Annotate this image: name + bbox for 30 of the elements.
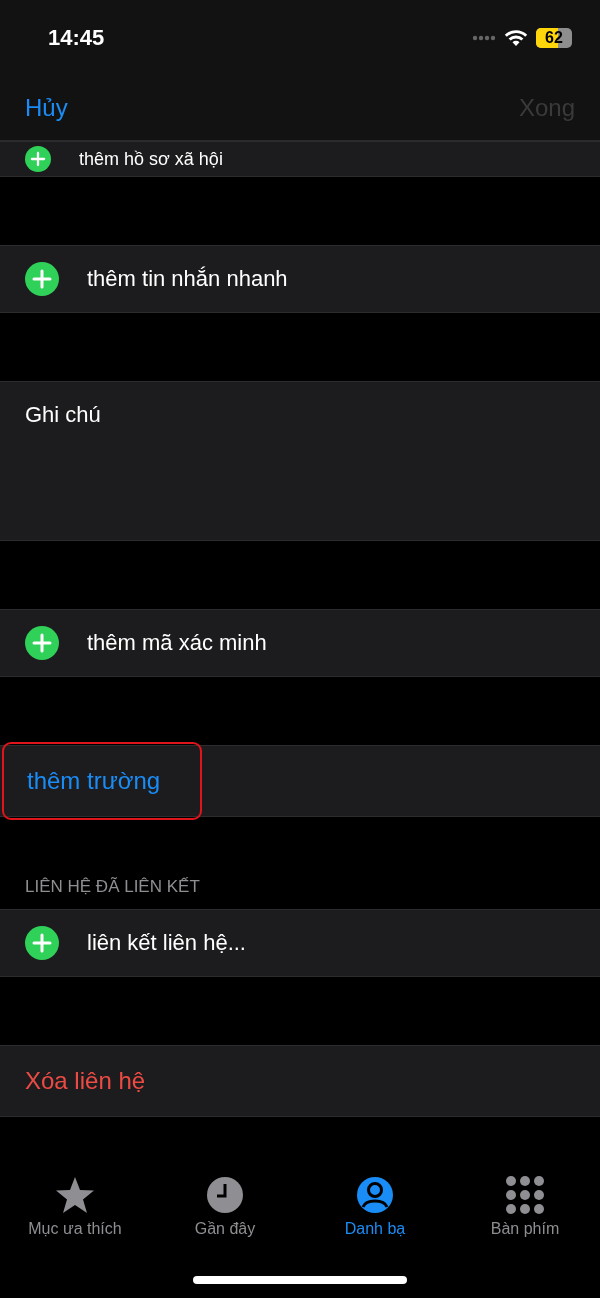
add-field-link[interactable]: thêm trường: [27, 767, 161, 795]
tab-item[interactable]: Mục ưa thích: [0, 1176, 150, 1276]
add-icon: [25, 146, 51, 172]
row-label: thêm tin nhắn nhanh: [87, 266, 288, 292]
add-row[interactable]: thêm mã xác minh: [0, 609, 600, 677]
notes-field[interactable]: Ghi chú: [0, 381, 600, 541]
add-icon: [25, 262, 59, 296]
keypad-icon: [506, 1176, 544, 1214]
add-row[interactable]: liên kết liên hệ...: [0, 909, 600, 977]
tab-item[interactable]: Bàn phím: [450, 1176, 600, 1276]
signal-icon: [472, 34, 496, 41]
cancel-button[interactable]: Hủy: [25, 93, 68, 122]
section-header: LIÊN HỆ ĐÃ LIÊN KẾT: [24, 876, 201, 898]
add-row[interactable]: thêm tin nhắn nhanh: [0, 245, 600, 313]
tab-item[interactable]: Gần đây: [150, 1176, 300, 1276]
clock-icon: [206, 1176, 244, 1214]
status-time: 14:45: [48, 24, 105, 51]
add-row[interactable]: thêm hồ sơ xã hội: [0, 141, 600, 177]
wifi-icon: [504, 28, 528, 47]
notes-label: Ghi chú: [25, 402, 101, 428]
battery-icon: 62: [536, 27, 572, 48]
row-label: thêm mã xác minh: [87, 630, 267, 656]
row-label: liên kết liên hệ...: [87, 930, 246, 956]
add-icon: [25, 926, 59, 960]
delete-contact-button[interactable]: Xóa liên hệ: [25, 1067, 146, 1095]
star-icon: [55, 1176, 95, 1214]
tab-item[interactable]: Danh bạ: [300, 1176, 450, 1276]
add-icon: [25, 626, 59, 660]
contact-icon: [356, 1176, 394, 1214]
row-label: thêm hồ sơ xã hội: [79, 148, 223, 170]
